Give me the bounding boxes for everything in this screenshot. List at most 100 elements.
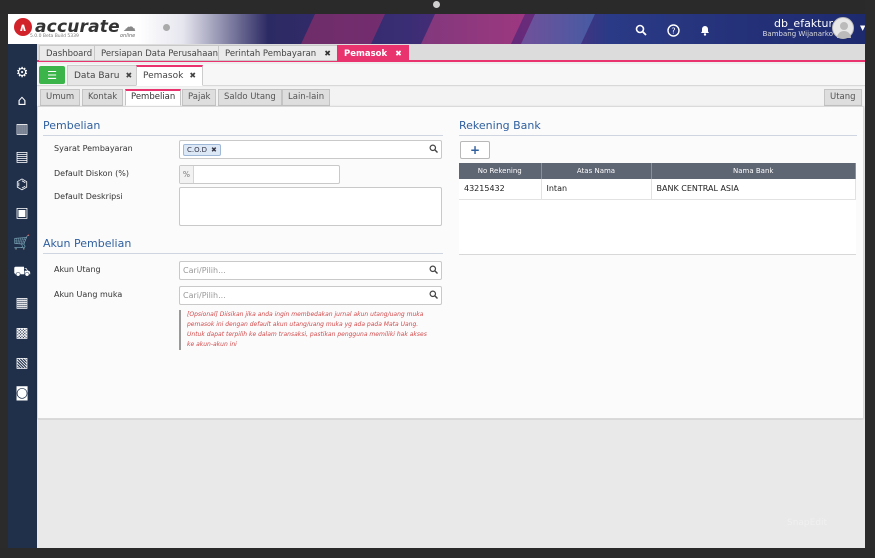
left-sidebar: ⚙ ⌂ ▥ ▤ ⌬ ▣ 🛒 ⛟ ▦ ▩ ▧ ◙	[8, 44, 37, 548]
close-icon[interactable]: ✖	[211, 146, 217, 154]
tab-saldo-utang[interactable]: Saldo Utang	[218, 89, 282, 106]
close-icon[interactable]: ✖	[395, 49, 402, 58]
percent-prefix: %	[180, 166, 194, 183]
watermark: SnapEdit	[787, 518, 828, 528]
close-icon[interactable]: ✖	[125, 71, 132, 80]
column-header[interactable]: Nama Bank	[651, 163, 856, 179]
tab-data-baru[interactable]: Data Baru ✖	[67, 65, 140, 86]
akun-uang-muka-placeholder: Cari/Pilih...	[183, 291, 226, 300]
screen-bezel-top	[0, 0, 875, 14]
tab-umum[interactable]: Umum	[40, 89, 81, 106]
close-icon[interactable]: ✖	[324, 49, 331, 58]
section-title-rekening-bank: Rekening Bank	[459, 119, 541, 132]
form-panel: Pembelian Syarat Pembayaran C.O.D ✖ Defau…	[37, 106, 864, 419]
ledger-icon[interactable]: ▤	[12, 147, 32, 167]
screen-bezel-bottom	[0, 548, 875, 558]
divider	[43, 135, 443, 136]
cash-icon[interactable]: ▣	[12, 203, 32, 223]
form-tab-bar: Umum Kontak Pembelian Pajak Saldo Utang …	[37, 87, 865, 106]
tab-label: Perintah Pembayaran	[225, 49, 317, 59]
tab-label: Pemasok	[143, 71, 184, 81]
camera-dot	[433, 1, 440, 8]
assets-icon[interactable]: ▩	[12, 323, 32, 343]
app-header: ∧ accurate ☁ online 5.0.0 Beta Build 533…	[8, 14, 865, 44]
default-deskripsi-textarea[interactable]	[179, 187, 442, 226]
tab-perintah-pembayaran[interactable]: Perintah Pembayaran ✖	[218, 45, 338, 61]
tab-pemasok-form[interactable]: Pemasok ✖	[136, 65, 204, 86]
building-icon[interactable]: ▥	[12, 119, 32, 139]
company-icon[interactable]: ⌂	[12, 91, 32, 111]
table-row[interactable]: 43215432 Intan BANK CENTRAL ASIA	[459, 179, 856, 200]
column-header[interactable]: Atas Nama	[541, 163, 652, 179]
tab-pemasok[interactable]: Pemasok ✖	[337, 45, 409, 61]
section-title-pembelian: Pembelian	[43, 119, 101, 132]
tab-label: Pemasok	[344, 49, 388, 59]
header-decor-stripe	[521, 14, 595, 44]
bell-icon[interactable]	[696, 21, 714, 39]
syarat-pembayaran-field[interactable]: C.O.D ✖	[179, 140, 442, 159]
table-header-row: No Rekening Atas Nama Nama Bank	[459, 163, 856, 179]
app-version: 5.0.0 Beta Build 5339	[30, 34, 79, 39]
akun-utang-placeholder: Cari/Pilih...	[183, 266, 226, 275]
search-icon[interactable]	[429, 265, 438, 277]
bank-icon[interactable]: ⌬	[12, 175, 32, 195]
report-icon[interactable]: ▧	[12, 353, 32, 373]
header-decor-stripe	[301, 14, 385, 44]
search-icon[interactable]	[429, 144, 438, 156]
tab-utang[interactable]: Utang	[824, 89, 862, 106]
column-header[interactable]: No Rekening	[459, 163, 542, 179]
user-info[interactable]: db_efaktur Bambang Wijanarko	[753, 17, 833, 38]
tab-label: Data Baru	[74, 71, 120, 81]
selected-chip[interactable]: C.O.D ✖	[183, 144, 221, 156]
cell-nama-bank: BANK CENTRAL ASIA	[651, 179, 856, 200]
main-tab-bar: Dashboard Persiapan Data Perusahaan Peri…	[37, 44, 865, 62]
tab-label: Dashboard	[46, 49, 93, 59]
label-syarat-pembayaran: Syarat Pembayaran	[54, 144, 133, 153]
sub-tab-bar: ☰ Data Baru ✖ Pemasok ✖	[37, 64, 865, 86]
user-full-name: Bambang Wijanarko	[762, 30, 833, 38]
tab-label: Persiapan Data Perusahaan	[101, 49, 218, 59]
akun-uang-muka-field[interactable]: Cari/Pilih...	[179, 286, 442, 305]
label-akun-utang: Akun Utang	[54, 265, 101, 274]
app-content: Dashboard Persiapan Data Perusahaan Peri…	[37, 44, 865, 548]
table-empty-area	[459, 200, 856, 255]
header-decor-stripe	[421, 14, 525, 44]
list-menu-button[interactable]: ☰	[39, 66, 65, 84]
divider	[43, 253, 443, 254]
help-icon[interactable]: ?	[664, 21, 682, 39]
label-default-diskon: Default Diskon (%)	[54, 169, 130, 178]
settings-icon[interactable]: ⚙	[12, 63, 32, 83]
akun-note: [Opsional] Diisikan jika anda ingin memb…	[179, 310, 434, 350]
screen-bezel-right	[865, 0, 875, 558]
tab-dashboard[interactable]: Dashboard	[39, 45, 100, 61]
add-rekening-button[interactable]: +	[460, 141, 490, 159]
tools-icon[interactable]: ◙	[12, 383, 32, 403]
section-title-akun-pembelian: Akun Pembelian	[43, 237, 132, 250]
inventory-icon[interactable]: ▦	[12, 293, 32, 313]
rekening-table: No Rekening Atas Nama Nama Bank 43215432…	[459, 163, 856, 200]
cart-icon[interactable]: 🛒	[12, 233, 32, 253]
empty-workspace	[37, 420, 865, 548]
tab-lain-lain[interactable]: Lain-lain	[282, 89, 331, 106]
user-db-name: db_efaktur	[773, 17, 833, 30]
loading-dot-icon	[163, 24, 170, 31]
svg-text:?: ?	[671, 26, 675, 35]
logo-sub: online	[120, 33, 136, 39]
search-icon[interactable]	[632, 21, 650, 39]
tab-kontak[interactable]: Kontak	[82, 89, 124, 106]
label-default-deskripsi: Default Deskripsi	[54, 192, 123, 201]
search-icon[interactable]	[429, 290, 438, 302]
tab-pajak[interactable]: Pajak	[182, 89, 217, 106]
cell-atas-nama: Intan	[541, 179, 652, 200]
tab-pembelian[interactable]: Pembelian	[125, 89, 182, 106]
avatar[interactable]	[832, 17, 854, 39]
akun-utang-field[interactable]: Cari/Pilih...	[179, 261, 442, 280]
cell-no-rekening: 43215432	[459, 179, 542, 200]
screen-bezel-left	[0, 0, 8, 558]
close-icon[interactable]: ✖	[189, 71, 196, 80]
label-akun-uang-muka: Akun Uang muka	[54, 290, 123, 299]
tab-persiapan-data[interactable]: Persiapan Data Perusahaan	[94, 45, 225, 61]
purchase-icon[interactable]: ⛟	[12, 263, 32, 283]
default-diskon-field[interactable]: %	[179, 165, 340, 184]
divider	[459, 135, 857, 136]
